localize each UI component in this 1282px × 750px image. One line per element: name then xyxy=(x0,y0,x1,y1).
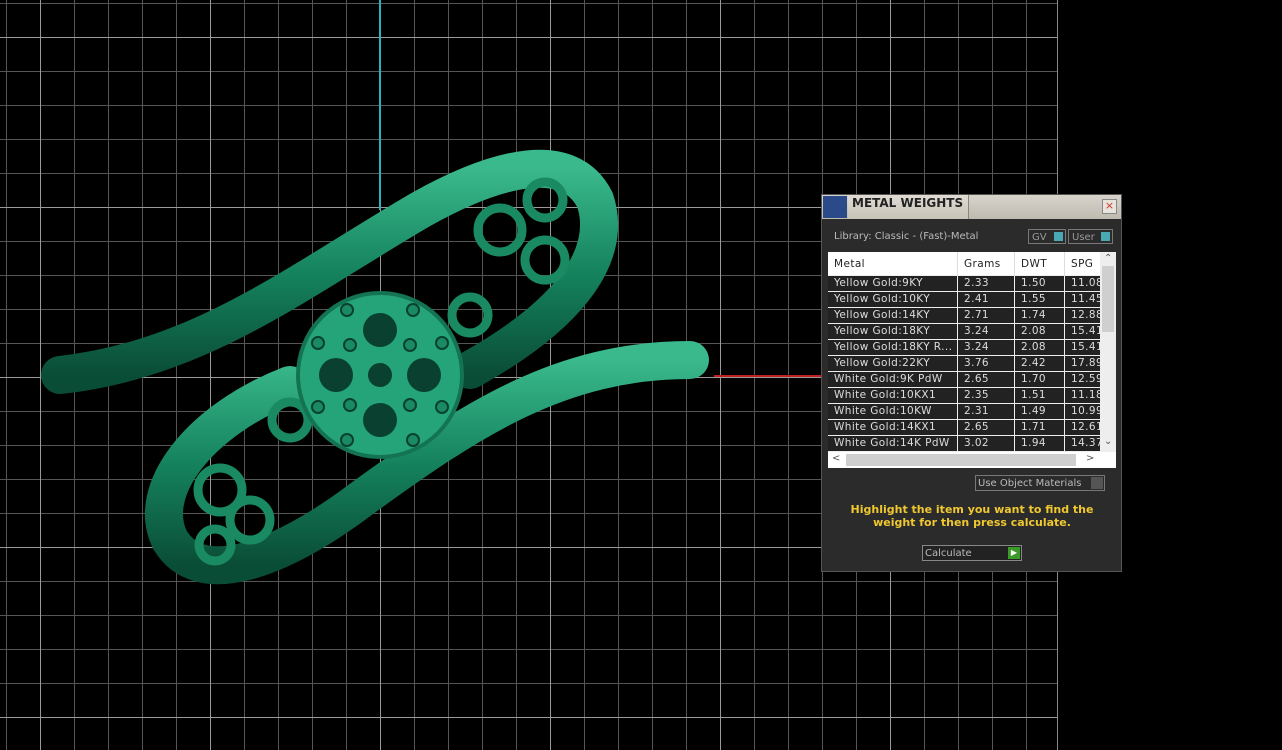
grams-cell: 2.41 xyxy=(958,292,1015,307)
dwt-cell: 2.08 xyxy=(1015,340,1065,355)
metal-cell: White Gold:10KX1 xyxy=(828,388,958,403)
metal-cell: Yellow Gold:10KY xyxy=(828,292,958,307)
toggle-indicator-icon xyxy=(1054,232,1063,241)
gv-toggle[interactable]: GV xyxy=(1028,229,1066,244)
calculate-label: Calculate xyxy=(925,548,972,559)
table-header: Metal Grams DWT SPG xyxy=(828,252,1103,276)
scroll-down-icon[interactable]: ⌄ xyxy=(1104,436,1112,447)
table-row[interactable]: White Gold:14KX1 2.65 1.71 12.61 xyxy=(828,420,1103,436)
table-row[interactable]: White Gold:9K PdW 2.65 1.70 12.59 xyxy=(828,372,1103,388)
table-row[interactable]: White Gold:14K PdW 3.02 1.94 14.37 xyxy=(828,436,1103,452)
dwt-cell: 1.70 xyxy=(1015,372,1065,387)
metal-cell: White Gold:14KX1 xyxy=(828,420,958,435)
grams-cell: 2.35 xyxy=(958,388,1015,403)
title-bar[interactable]: METAL WEIGHTS × xyxy=(822,195,1121,219)
scroll-left-icon[interactable]: < xyxy=(832,453,840,464)
toggle-indicator-icon xyxy=(1101,232,1110,241)
metal-cell: Yellow Gold:14KY xyxy=(828,308,958,323)
table-row[interactable]: Yellow Gold:10KY 2.41 1.55 11.45 xyxy=(828,292,1103,308)
grams-cell: 2.65 xyxy=(958,372,1015,387)
vertical-scrollbar[interactable]: ⌃ ⌄ xyxy=(1100,252,1116,452)
spg-cell: 11.45 xyxy=(1071,293,1103,305)
column-header-spg[interactable]: SPG xyxy=(1065,252,1103,276)
dwt-cell: 1.74 xyxy=(1015,308,1065,323)
user-toggle[interactable]: User xyxy=(1068,229,1113,244)
dwt-cell: 1.49 xyxy=(1015,404,1065,419)
metal-cell: Yellow Gold:9KY xyxy=(828,276,958,291)
use-object-materials-toggle[interactable]: Use Object Materials xyxy=(975,475,1105,491)
spg-cell: 11.18 xyxy=(1071,389,1103,401)
close-button[interactable]: × xyxy=(1102,199,1117,214)
calculate-button[interactable]: Calculate ▶ xyxy=(922,545,1022,561)
dialog-title: METAL WEIGHTS xyxy=(852,196,964,210)
radio-icon xyxy=(1091,477,1103,489)
dwt-cell: 1.55 xyxy=(1015,292,1065,307)
table-row[interactable]: Yellow Gold:18KY R... 3.24 2.08 15.41 xyxy=(828,340,1103,356)
spg-cell: 12.59 xyxy=(1071,373,1103,385)
scroll-thumb[interactable] xyxy=(846,454,1076,466)
play-icon: ▶ xyxy=(1008,547,1020,559)
library-label: Library: Classic - (Fast)-Metal xyxy=(834,231,979,242)
metal-table: Metal Grams DWT SPG Yellow Gold:9KY 2.33 1… xyxy=(828,252,1116,468)
metal-cell: Yellow Gold:22KY xyxy=(828,356,958,371)
scroll-right-icon[interactable]: > xyxy=(1086,453,1094,464)
table-row[interactable]: Yellow Gold:14KY 2.71 1.74 12.88 xyxy=(828,308,1103,324)
table-row[interactable]: White Gold:10KW 2.31 1.49 10.99 xyxy=(828,404,1103,420)
dwt-cell: 2.42 xyxy=(1015,356,1065,371)
metal-weights-dialog: METAL WEIGHTS × Library: Classic - (Fast… xyxy=(821,194,1122,572)
table-row[interactable]: Yellow Gold:22KY 3.76 2.42 17.89 xyxy=(828,356,1103,372)
hint-text: Highlight the item you want to find the … xyxy=(850,503,1094,529)
grams-cell: 2.65 xyxy=(958,420,1015,435)
grams-cell: 2.33 xyxy=(958,276,1015,291)
spg-cell: 12.88 xyxy=(1071,309,1103,321)
grams-cell: 3.02 xyxy=(958,436,1015,451)
dwt-cell: 1.94 xyxy=(1015,436,1065,451)
grams-cell: 3.24 xyxy=(958,340,1015,355)
table-row[interactable]: Yellow Gold:18KY 3.24 2.08 15.41 xyxy=(828,324,1103,340)
metal-cell: White Gold:9K PdW xyxy=(828,372,958,387)
metal-cell: White Gold:10KW xyxy=(828,404,958,419)
use-object-materials-label: Use Object Materials xyxy=(978,478,1082,489)
horizontal-scrollbar[interactable]: < > xyxy=(828,452,1100,468)
dwt-cell: 1.51 xyxy=(1015,388,1065,403)
grams-cell: 3.76 xyxy=(958,356,1015,371)
table-row[interactable]: White Gold:10KX1 2.35 1.51 11.18 xyxy=(828,388,1103,404)
grams-cell: 2.31 xyxy=(958,404,1015,419)
table-row[interactable]: Yellow Gold:9KY 2.33 1.50 11.08 xyxy=(828,276,1103,292)
spg-cell: 15.41 xyxy=(1071,325,1103,337)
metal-cell: Yellow Gold:18KY R... xyxy=(828,340,958,355)
dwt-cell: 2.08 xyxy=(1015,324,1065,339)
spg-cell: 12.61 xyxy=(1071,421,1103,433)
metal-cell: Yellow Gold:18KY xyxy=(828,324,958,339)
scroll-up-icon[interactable]: ⌃ xyxy=(1104,253,1112,264)
gv-label: GV xyxy=(1032,232,1047,243)
app-logo-icon xyxy=(823,196,847,218)
spg-cell: 14.37 xyxy=(1071,437,1103,449)
scroll-thumb[interactable] xyxy=(1102,266,1114,332)
spg-cell: 15.41 xyxy=(1071,341,1103,353)
user-label: User xyxy=(1072,232,1095,243)
dwt-cell: 1.71 xyxy=(1015,420,1065,435)
column-header-metal[interactable]: Metal xyxy=(828,252,958,276)
dwt-cell: 1.50 xyxy=(1015,276,1065,291)
spg-cell: 17.89 xyxy=(1071,357,1103,369)
grams-cell: 2.71 xyxy=(958,308,1015,323)
column-header-grams[interactable]: Grams xyxy=(958,252,1015,276)
column-header-dwt[interactable]: DWT xyxy=(1015,252,1065,276)
spg-cell: 10.99 xyxy=(1071,405,1103,417)
metal-cell: White Gold:14K PdW xyxy=(828,436,958,451)
grams-cell: 3.24 xyxy=(958,324,1015,339)
spg-cell: 11.08 xyxy=(1071,277,1103,289)
